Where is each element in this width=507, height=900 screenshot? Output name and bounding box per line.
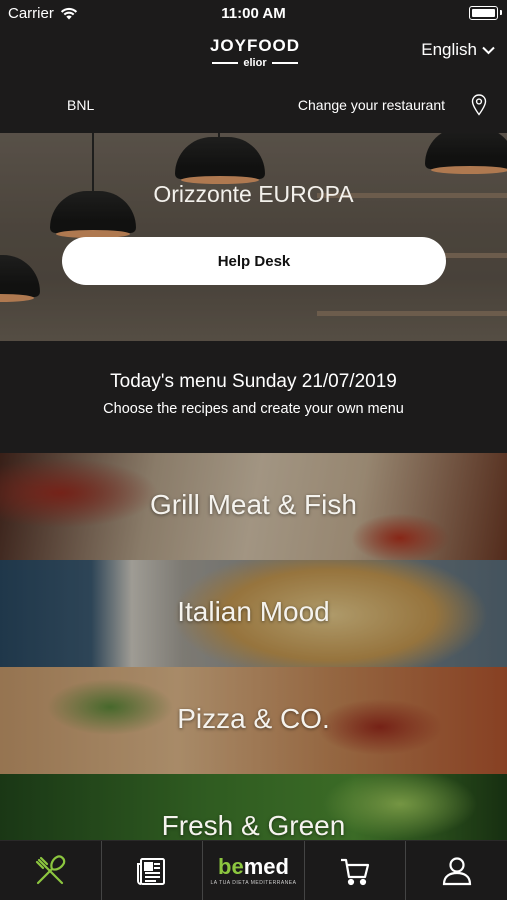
- change-restaurant-link[interactable]: Change your restaurant: [298, 97, 445, 113]
- bemed-brand-med: med: [243, 853, 289, 879]
- fork-spoon-icon: [36, 854, 66, 884]
- category-fresh-green[interactable]: Fresh & Green: [0, 774, 507, 840]
- tab-cart[interactable]: [305, 841, 407, 900]
- status-time: 11:00 AM: [221, 5, 286, 22]
- tab-bemed[interactable]: bemed LA TUA DIETA MEDITERRANEA: [203, 841, 305, 900]
- category-italian-mood[interactable]: Italian Mood: [0, 560, 507, 667]
- restaurant-code: BNL: [67, 97, 95, 113]
- bemed-tagline: LA TUA DIETA MEDITERRANEA: [210, 879, 297, 886]
- restaurant-hero: Orizzonte EUROPA Help Desk: [0, 133, 507, 341]
- bottom-tab-bar: bemed LA TUA DIETA MEDITERRANEA: [0, 840, 507, 900]
- location-pin-icon[interactable]: [471, 94, 487, 116]
- chevron-down-icon: [482, 46, 495, 54]
- category-label: Fresh & Green: [161, 810, 346, 840]
- restaurant-bar: BNL Change your restaurant: [0, 82, 507, 132]
- tab-profile[interactable]: [406, 841, 507, 900]
- help-desk-button[interactable]: Help Desk: [62, 237, 446, 285]
- user-icon: [442, 856, 471, 885]
- today-menu-subheading: Choose the recipes and create your own m…: [103, 401, 404, 417]
- newspaper-icon: [136, 857, 165, 885]
- logo-sub-text: elior: [243, 57, 267, 69]
- today-menu-heading: Today's menu Sunday 21/07/2019: [110, 371, 397, 392]
- category-label: Pizza & CO.: [177, 703, 330, 734]
- battery-icon: [469, 6, 502, 20]
- category-label: Grill Meat & Fish: [150, 489, 357, 520]
- app-header: JOYFOOD elior English: [0, 26, 507, 82]
- tab-news[interactable]: [102, 841, 204, 900]
- today-menu-section: Today's menu Sunday 21/07/2019 Choose th…: [0, 341, 507, 453]
- logo-divider-right: [271, 62, 298, 64]
- logo-divider-left: [212, 62, 239, 64]
- logo-wordmark: JOYFOOD: [205, 36, 305, 56]
- category-grill-meat-fish[interactable]: Grill Meat & Fish: [0, 453, 507, 560]
- category-label: Italian Mood: [177, 596, 330, 627]
- logo-text: JOYFOOD: [209, 36, 301, 55]
- joyfood-logo: JOYFOOD elior: [205, 36, 305, 69]
- language-label: English: [421, 40, 477, 59]
- status-bar: Carrier 11:00 AM: [0, 0, 507, 26]
- bemed-brand: bemed: [218, 853, 289, 879]
- language-selector[interactable]: English: [421, 40, 495, 60]
- cart-icon: [341, 858, 370, 885]
- tab-menu[interactable]: [0, 841, 102, 900]
- category-pizza-co[interactable]: Pizza & CO.: [0, 667, 507, 774]
- logo-subtitle: elior: [205, 57, 305, 69]
- restaurant-name: Orizzonte EUROPA: [153, 181, 354, 207]
- bemed-logo: bemed LA TUA DIETA MEDITERRANEA: [210, 853, 297, 886]
- bemed-brand-be: be: [218, 853, 244, 879]
